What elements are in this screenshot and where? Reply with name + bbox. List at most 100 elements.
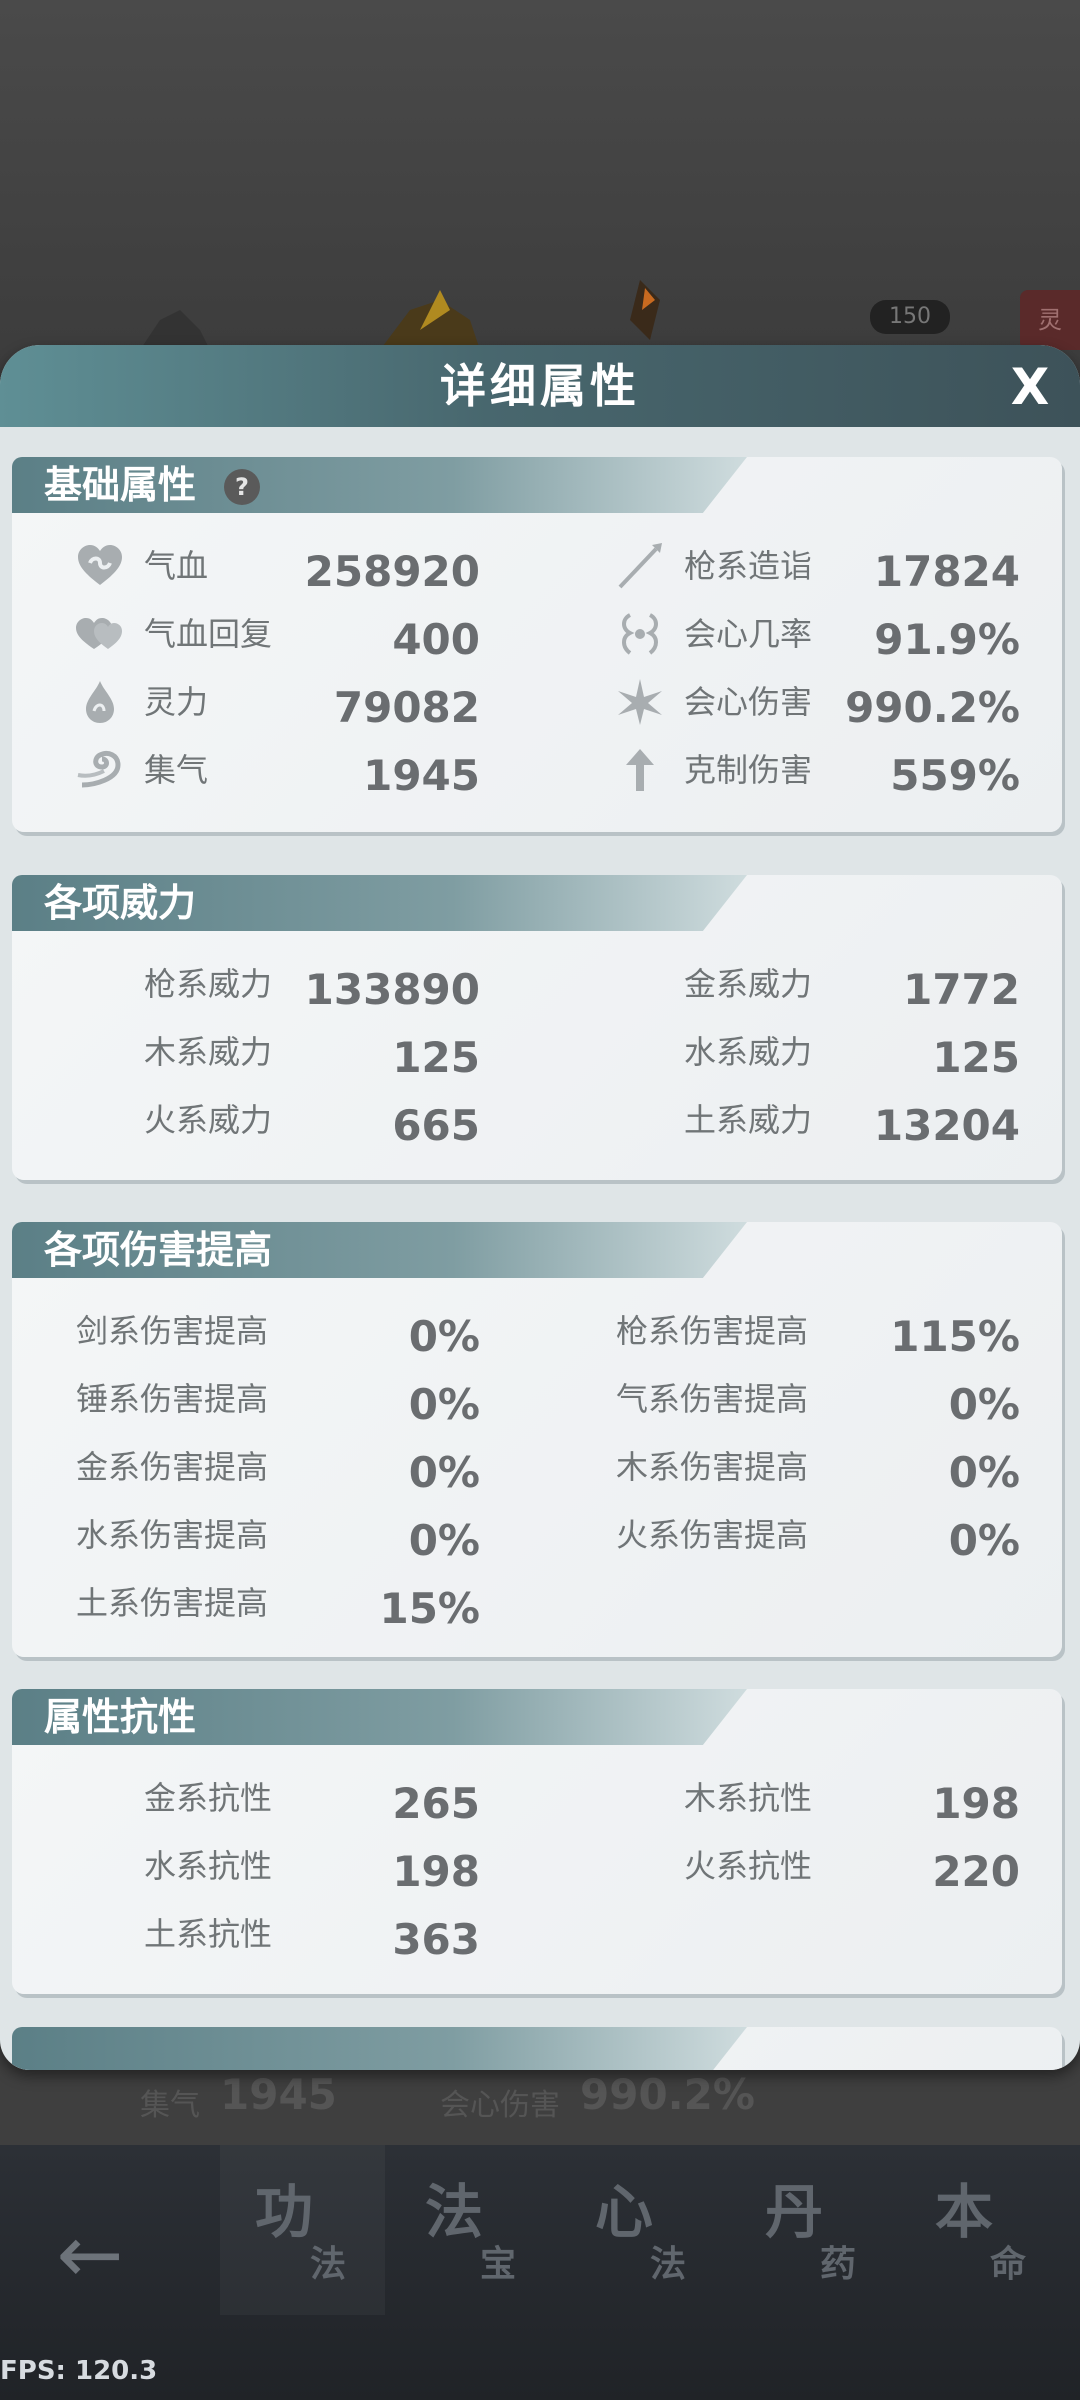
stat-label: 气系伤害提高 <box>616 1380 809 1418</box>
stat-value: 1945 <box>363 751 480 800</box>
stat-value: 559% <box>890 751 1020 800</box>
stat-value: 0% <box>408 1312 480 1361</box>
stat-label: 木系伤害提高 <box>616 1448 809 1486</box>
tab-fabao[interactable]: 法 宝 <box>390 2145 555 2315</box>
panel-title: 详细属性 <box>440 359 640 413</box>
detail-attributes-panel: 详细属性 X 基础属性 ? 气血 258920 气血回复 400 灵力 7908… <box>0 345 1080 2070</box>
stat-label: 剑系伤害提高 <box>76 1312 269 1350</box>
stat-label: 火系抗性 <box>684 1847 813 1885</box>
stat-label: 水系伤害提高 <box>76 1516 269 1554</box>
swirl-icon <box>77 750 121 788</box>
section-title: 各项伤害提高 <box>44 1228 273 1272</box>
stat-label: 灵力 <box>144 683 209 721</box>
tab-small-char: 法 <box>310 2244 347 2285</box>
stat-value: 13204 <box>873 1101 1020 1150</box>
stat-label: 枪系伤害提高 <box>616 1312 809 1350</box>
stat-value: 125 <box>392 1033 480 1082</box>
peek-value: 1945 <box>220 2070 337 2119</box>
stat-value: 17824 <box>873 547 1020 596</box>
tab-small-char: 药 <box>820 2244 857 2285</box>
stat-label: 金系威力 <box>684 965 813 1003</box>
stat-label: 土系抗性 <box>144 1915 273 1953</box>
tab-danyao[interactable]: 丹 药 <box>730 2145 895 2315</box>
tab-big-char: 法 <box>425 2178 484 2246</box>
stat-value: 198 <box>932 1779 1020 1828</box>
tab-big-char: 功 <box>255 2178 314 2246</box>
tab-big-char: 本 <box>935 2178 994 2246</box>
tab-big-char: 心 <box>595 2178 654 2246</box>
stat-label: 会心几率 <box>684 615 813 653</box>
crit-burst-icon <box>618 679 662 725</box>
section-power: 各项威力 枪系威力 133890 木系威力 125 火系威力 665 金系威力 … <box>12 875 1062 1180</box>
stat-label: 金系伤害提高 <box>76 1448 269 1486</box>
stat-value: 15% <box>379 1584 480 1633</box>
stat-label: 土系威力 <box>684 1101 813 1139</box>
stat-label: 木系威力 <box>144 1033 273 1071</box>
stat-label: 水系威力 <box>684 1033 813 1071</box>
heart-regen-icon <box>76 618 122 649</box>
stat-value: 665 <box>392 1101 480 1150</box>
tab-small-char: 命 <box>990 2244 1027 2285</box>
spear-icon <box>618 543 662 589</box>
stat-label: 会心伤害 <box>684 683 813 721</box>
stat-value: 265 <box>392 1779 480 1828</box>
stat-value: 258920 <box>304 547 480 596</box>
stat-value: 220 <box>932 1847 1020 1896</box>
peek-value: 990.2% <box>580 2070 755 2119</box>
stat-label: 枪系威力 <box>144 965 273 1003</box>
stat-value: 79082 <box>333 683 480 732</box>
stat-label: 锤系伤害提高 <box>76 1380 269 1418</box>
stat-value: 1772 <box>903 965 1020 1014</box>
background-badge: 150 <box>870 300 950 334</box>
section-header <box>12 2027 747 2070</box>
section-title: 各项威力 <box>44 881 197 925</box>
peek-label: 集气 <box>140 2088 200 2123</box>
stat-label: 木系抗性 <box>684 1779 813 1817</box>
stat-label: 土系伤害提高 <box>76 1584 269 1622</box>
tab-benming[interactable]: 本 命 <box>900 2145 1065 2315</box>
heart-icon <box>78 545 122 585</box>
stat-value: 400 <box>392 615 480 664</box>
stat-value: 363 <box>392 1915 480 1964</box>
stat-value: 0% <box>948 1448 1020 1497</box>
stat-label: 气血回复 <box>144 615 273 653</box>
tab-big-char: 丹 <box>765 2178 824 2246</box>
stat-value: 125 <box>932 1033 1020 1082</box>
tab-gongfa[interactable]: 功 法 <box>220 2145 385 2315</box>
section-basic-attributes: 基础属性 ? 气血 258920 气血回复 400 灵力 79082 集气 19… <box>12 457 1062 832</box>
background-red-tag: 灵 <box>1020 290 1080 350</box>
spirit-drop-icon <box>86 681 114 723</box>
stat-label: 集气 <box>144 751 209 789</box>
help-icon[interactable]: ? <box>224 469 260 505</box>
stat-label: 火系威力 <box>144 1101 273 1139</box>
counter-arrow-icon <box>626 749 654 791</box>
section-title: 基础属性 <box>44 463 197 507</box>
stat-value: 0% <box>948 1380 1020 1429</box>
stat-value: 0% <box>948 1516 1020 1565</box>
section-resistance: 属性抗性 金系抗性 265 水系抗性 198 土系抗性 363 木系抗性 198… <box>12 1689 1062 1994</box>
stat-value: 0% <box>408 1448 480 1497</box>
close-button[interactable]: X <box>1000 359 1060 415</box>
stat-label: 枪系造诣 <box>684 547 813 585</box>
tab-small-char: 宝 <box>480 2244 517 2285</box>
stat-value: 990.2% <box>845 683 1020 732</box>
section-title: 属性抗性 <box>44 1695 197 1739</box>
stat-label: 水系抗性 <box>144 1847 273 1885</box>
stat-value: 133890 <box>304 965 480 1014</box>
stat-label: 克制伤害 <box>684 751 813 789</box>
section-damage-increase: 各项伤害提高 剑系伤害提高 0% 锤系伤害提高 0% 金系伤害提高 0% 水系伤… <box>12 1222 1062 1657</box>
attributes-scroll-area[interactable]: 基础属性 ? 气血 258920 气血回复 400 灵力 79082 集气 19… <box>0 427 1080 2070</box>
stat-value: 198 <box>392 1847 480 1896</box>
fps-counter: FPS: 120.3 <box>0 2356 158 2386</box>
stat-value: 115% <box>890 1312 1020 1361</box>
stat-label: 火系伤害提高 <box>616 1516 809 1554</box>
back-arrow-icon[interactable]: ← <box>40 2205 140 2305</box>
crit-rate-icon <box>622 613 658 655</box>
stat-label: 金系抗性 <box>144 1779 273 1817</box>
stat-value: 91.9% <box>874 615 1020 664</box>
stat-value: 0% <box>408 1516 480 1565</box>
bottom-nav: ← 功 法 法 宝 心 法 丹 药 本 命 <box>0 2145 1080 2400</box>
stat-label: 气血 <box>144 547 209 585</box>
tab-xinfa[interactable]: 心 法 <box>560 2145 725 2315</box>
tab-small-char: 法 <box>650 2244 687 2285</box>
